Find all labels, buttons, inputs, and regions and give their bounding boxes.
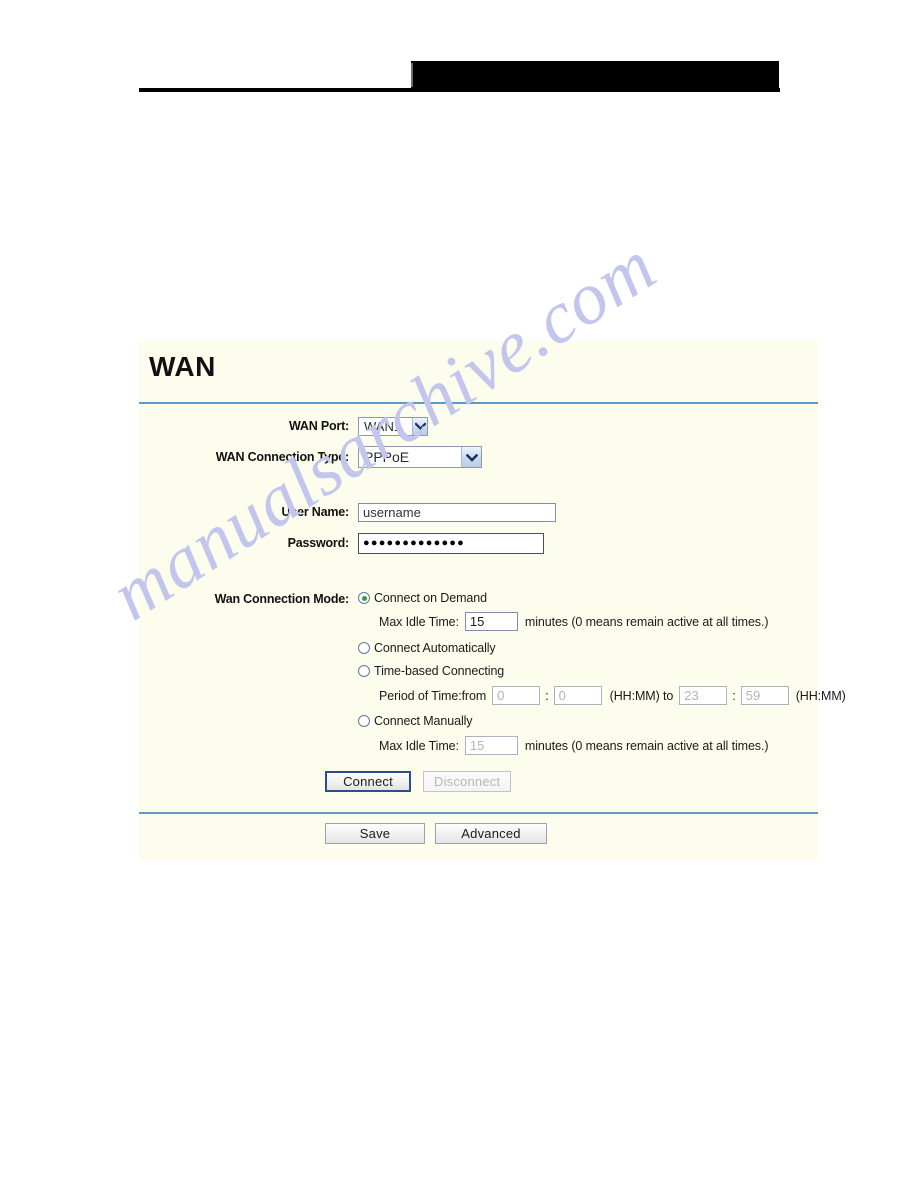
header-rule [139,88,780,92]
chevron-down-icon[interactable] [412,417,427,435]
wan-config-panel: WAN WAN Port: WAN1 WAN Connection Type: … [139,341,846,860]
password-row: Password: ●●●●●●●●●●●●● [139,532,818,554]
max-idle-time-manual-row: Max Idle Time: 15 minutes (0 means remai… [379,736,846,755]
mode-label-connect-manually: Connect Manually [374,714,473,728]
radio-icon-time-based-connecting[interactable] [358,665,370,677]
mode-connect-manually[interactable]: Connect Manually [358,714,846,728]
mode-label-connect-automatically: Connect Automatically [374,641,496,655]
max-idle-time-demand-row: Max Idle Time: 15 minutes (0 means remai… [379,612,846,631]
wan-connection-type-selected-value: PPPoE [364,448,410,465]
max-idle-time-manual-label: Max Idle Time: [379,738,459,753]
save-button[interactable]: Save [325,823,425,844]
title-divider [139,402,818,404]
period-from-separator: : [545,688,549,703]
radio-icon-connect-on-demand[interactable] [358,592,370,604]
chevron-down-icon[interactable] [461,447,481,467]
username-row: User Name: username [139,501,818,523]
mode-connect-on-demand[interactable]: Connect on Demand [358,591,846,605]
max-idle-time-manual-input[interactable]: 15 [464,736,518,755]
wan-form: WAN Port: WAN1 WAN Connection Type: PPPo… [139,415,846,792]
wan-port-row: WAN Port: WAN1 [139,415,818,437]
wan-port-label: WAN Port: [289,419,349,433]
period-from-minute-input[interactable]: 0 [553,686,602,705]
wan-connection-type-select[interactable]: PPPoE [358,446,482,468]
mode-label-connect-on-demand: Connect on Demand [374,591,487,605]
wan-port-select[interactable]: WAN1 [358,416,428,436]
period-format-label-1: (HH:MM) to [609,688,674,703]
max-idle-time-manual-suffix: minutes (0 means remain active at all ti… [524,738,769,753]
wan-port-selected-value: WAN1 [364,418,402,434]
username-input[interactable]: username [358,502,556,522]
mode-time-based-connecting[interactable]: Time-based Connecting [358,664,846,678]
username-label: User Name: [281,505,350,519]
period-of-time-row: Period of Time:from 0 : 0 (HH:MM) to 23 … [379,686,846,705]
password-input[interactable]: ●●●●●●●●●●●●● [358,532,544,554]
max-idle-time-demand-suffix: minutes (0 means remain active at all ti… [524,614,769,629]
header-redaction-notch [411,63,413,87]
period-to-separator: : [732,688,736,703]
connection-mode-label: Wan Connection Mode: [214,592,350,606]
footer-action-bar: Save Advanced [139,814,818,844]
period-from-hour-input[interactable]: 0 [492,686,541,705]
page-title: WAN [149,351,216,382]
period-to-hour-input[interactable]: 23 [679,686,728,705]
period-to-minute-input[interactable]: 59 [740,686,789,705]
radio-icon-connect-manually[interactable] [358,715,370,727]
header-redaction-bar [411,61,779,88]
page-header [0,0,918,110]
connection-mode-row: Wan Connection Mode: Connect on Demand M… [139,591,846,761]
wan-connection-type-label: WAN Connection Type: [215,450,349,464]
mode-connect-automatically[interactable]: Connect Automatically [358,641,846,655]
max-idle-time-demand-input[interactable]: 15 [464,612,518,631]
password-label: Password: [287,536,350,550]
radio-icon-connect-automatically[interactable] [358,642,370,654]
period-format-label-2: (HH:MM) [795,688,846,703]
advanced-button[interactable]: Advanced [435,823,547,844]
period-of-time-label: Period of Time:from [379,688,487,703]
disconnect-button: Disconnect [423,771,512,792]
wan-connection-type-row: WAN Connection Type: PPPoE [139,446,818,468]
max-idle-time-demand-label: Max Idle Time: [379,614,459,629]
mode-label-time-based-connecting: Time-based Connecting [374,664,505,678]
connection-action-bar: Connect Disconnect [139,761,818,792]
connect-button[interactable]: Connect [325,771,411,792]
